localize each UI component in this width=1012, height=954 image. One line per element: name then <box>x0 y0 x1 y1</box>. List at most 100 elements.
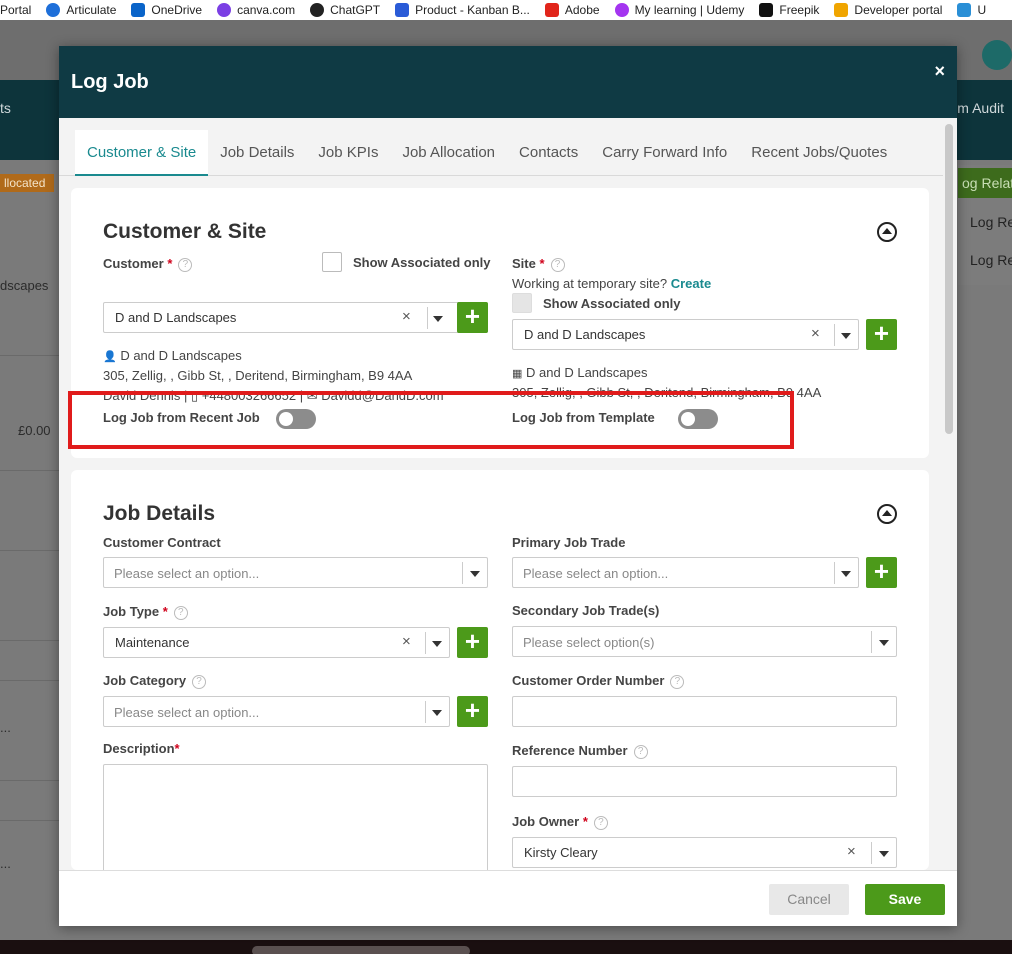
add-job-category-button[interactable]: + <box>457 696 488 727</box>
bookmark-label: Portal <box>0 3 32 17</box>
divider <box>425 701 426 723</box>
chevron-down-icon[interactable] <box>470 571 480 577</box>
save-button[interactable]: Save <box>865 884 945 915</box>
job-owner-select[interactable]: Kirsty Cleary × <box>512 837 897 868</box>
help-icon[interactable]: ? <box>633 745 648 759</box>
taskbar <box>0 940 1012 954</box>
tab-carry-forward-info[interactable]: Carry Forward Info <box>590 130 739 176</box>
bookmark-portal[interactable]: Portal <box>0 3 31 17</box>
reference-number-input[interactable] <box>512 766 897 797</box>
bookmark-developer-portal[interactable]: Developer portal <box>834 3 942 17</box>
description-label: Description* <box>103 741 180 756</box>
job-type-select[interactable]: Maintenance × <box>103 627 450 658</box>
label-text: Customer Order Number <box>512 673 665 688</box>
select-placeholder: Please select an option... <box>114 566 260 581</box>
divider <box>0 820 60 821</box>
scrollbar-thumb[interactable] <box>945 124 953 434</box>
primary-job-trade-select[interactable]: Please select an option... <box>512 557 859 588</box>
divider <box>0 780 60 781</box>
tab-recent-jobs-quotes[interactable]: Recent Jobs/Quotes <box>739 130 899 176</box>
add-customer-button[interactable]: + <box>457 302 488 333</box>
clear-icon[interactable]: × <box>402 308 411 325</box>
bookmark-onedrive[interactable]: OneDrive <box>131 3 202 17</box>
help-icon[interactable]: ? <box>593 816 608 830</box>
building-icon: ▦ <box>512 368 523 380</box>
clear-icon[interactable]: × <box>847 843 856 860</box>
scrollbar[interactable] <box>945 122 953 866</box>
chevron-down-icon[interactable] <box>879 851 889 857</box>
background-text: ... <box>0 856 11 871</box>
bookmark-articulate[interactable]: Articulate <box>46 3 116 17</box>
divider <box>871 631 872 653</box>
section-title: Customer & Site <box>103 220 267 243</box>
customer-order-number-input[interactable] <box>512 696 897 727</box>
background-log-related-button: og Relate <box>958 168 1012 198</box>
background-menu-item: Log Re <box>970 252 1012 268</box>
divider <box>834 324 835 346</box>
person-icon: 👤 <box>103 351 117 363</box>
tab-job-kpis[interactable]: Job KPIs <box>306 130 390 176</box>
background-menu-item: Log Re <box>970 214 1012 230</box>
collapse-icon[interactable] <box>877 504 897 524</box>
help-icon[interactable]: ? <box>178 258 193 272</box>
label-text: Reference Number <box>512 743 628 758</box>
site-name-info: ▦ D and D Landscapes <box>512 365 647 380</box>
site-select[interactable]: D and D Landscapes × <box>512 319 859 350</box>
tab-customer-site[interactable]: Customer & Site <box>75 130 209 176</box>
bookmark-u-icon <box>957 3 972 17</box>
bookmark-chatgpt[interactable]: ChatGPT <box>310 3 380 17</box>
add-site-button[interactable]: + <box>866 319 897 350</box>
chevron-down-icon[interactable] <box>432 710 442 716</box>
help-icon[interactable]: ? <box>670 675 685 689</box>
label-text: Site <box>512 256 536 271</box>
help-icon[interactable]: ? <box>192 675 207 689</box>
background-text: ... <box>0 720 11 735</box>
bookmark-kanban[interactable]: Product - Kanban B... <box>395 3 530 17</box>
chevron-down-icon[interactable] <box>432 641 442 647</box>
add-job-type-button[interactable]: + <box>457 627 488 658</box>
divider <box>834 562 835 584</box>
chevron-down-icon[interactable] <box>841 333 851 339</box>
customer-select[interactable]: D and D Landscapes × <box>103 302 488 333</box>
bookmark-label: Adobe <box>564 3 600 17</box>
label-text: Job Category <box>103 673 187 688</box>
divider <box>0 680 60 681</box>
help-icon[interactable]: ? <box>173 606 188 620</box>
tab-contacts[interactable]: Contacts <box>507 130 590 176</box>
help-icon[interactable]: ? <box>550 258 565 272</box>
bookmark-adobe[interactable]: Adobe <box>544 3 600 17</box>
cancel-button[interactable]: Cancel <box>769 884 849 915</box>
customer-show-associated-checkbox[interactable] <box>322 252 342 272</box>
tab-job-allocation[interactable]: Job Allocation <box>390 130 507 176</box>
divider <box>0 550 60 551</box>
bookmark-label: Freepik <box>779 3 820 17</box>
add-primary-trade-button[interactable]: + <box>866 557 897 588</box>
label-text: Customer <box>103 256 164 271</box>
clear-icon[interactable]: × <box>402 633 411 650</box>
modal-title: Log Job <box>71 70 149 93</box>
collapse-icon[interactable] <box>877 222 897 242</box>
create-site-link[interactable]: Create <box>671 276 711 291</box>
bookmark-canva[interactable]: canva.com <box>217 3 295 17</box>
chatgpt-icon <box>310 3 325 17</box>
background-text: dscapes <box>0 278 49 293</box>
avatar <box>982 40 1012 70</box>
bookmark-label: My learning | Udemy <box>634 3 745 17</box>
site-show-associated-checkbox[interactable] <box>512 293 532 313</box>
divider <box>0 355 60 356</box>
bookmark-udemy[interactable]: My learning | Udemy <box>614 3 745 17</box>
customer-contract-select[interactable]: Please select an option... <box>103 557 488 588</box>
secondary-job-trade-select[interactable]: Please select option(s) <box>512 626 897 657</box>
clear-icon[interactable]: × <box>811 325 820 342</box>
modal-footer: Cancel Save <box>59 870 957 926</box>
bookmark-u[interactable]: U <box>957 3 986 17</box>
secondary-job-trade-label: Secondary Job Trade(s) <box>512 603 660 618</box>
chevron-down-icon[interactable] <box>841 571 851 577</box>
description-textarea[interactable] <box>103 764 488 870</box>
close-icon[interactable]: × <box>934 61 945 82</box>
bookmark-freepik[interactable]: Freepik <box>759 3 819 17</box>
job-category-select[interactable]: Please select an option... <box>103 696 450 727</box>
chevron-down-icon[interactable] <box>433 316 443 322</box>
tab-job-details[interactable]: Job Details <box>208 130 306 176</box>
chevron-down-icon[interactable] <box>879 640 889 646</box>
